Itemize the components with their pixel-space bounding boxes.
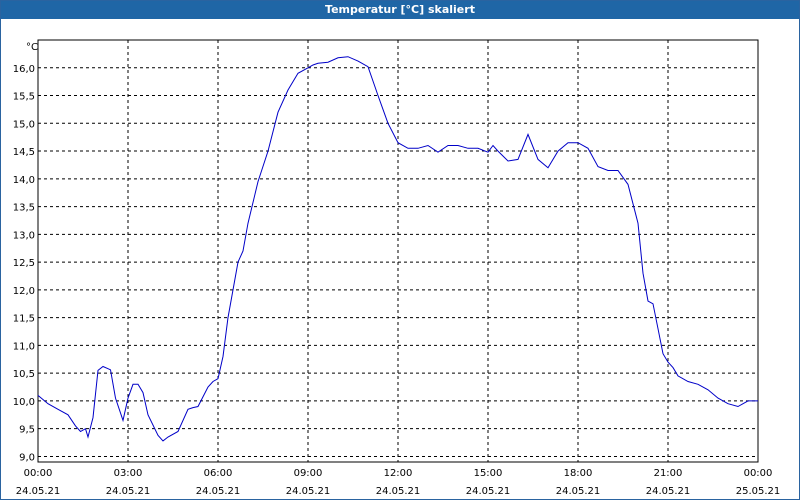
x-tick-date: 24.05.21	[556, 486, 601, 497]
x-tick-date: 24.05.21	[376, 486, 421, 497]
y-tick-label: 9,0	[19, 452, 35, 463]
y-tick-label: 12,0	[13, 286, 35, 297]
x-tick-time: 18:00	[564, 468, 593, 479]
x-tick-time: 21:00	[654, 468, 683, 479]
x-tick-date: 24.05.21	[196, 486, 241, 497]
x-tick-time: 06:00	[204, 468, 233, 479]
x-tick-date: 24.05.21	[646, 486, 691, 497]
x-tick-date: 25.05.21	[736, 486, 781, 497]
y-tick-label: 13,0	[13, 230, 35, 241]
y-tick-label: 15,5	[13, 92, 35, 103]
x-axis-ticks: 00:00 24.05.21 03:00 24.05.21 06:00 24.05.21 0…	[16, 468, 781, 497]
x-tick-time: 09:00	[294, 468, 323, 479]
x-tick-date: 24.05.21	[286, 486, 331, 497]
x-tick-time: 00:00	[744, 468, 773, 479]
y-tick-label: 9,5	[19, 425, 35, 436]
y-tick-label: 14,0	[13, 175, 35, 186]
y-tick-label: 11,0	[13, 341, 35, 352]
grid	[38, 40, 758, 462]
temperature-chart: °C 9,0 9,5 10,0 10,5 11,0 11,5 12,0 12,5 13,0 13,…	[13, 39, 781, 497]
x-tick-date: 24.05.21	[106, 486, 151, 497]
x-tick-time: 15:00	[474, 468, 503, 479]
y-tick-label: 12,5	[13, 258, 35, 269]
y-tick-label: 15,0	[13, 119, 35, 130]
x-tick-time: 12:00	[384, 468, 413, 479]
x-tick-time: 03:00	[114, 468, 143, 479]
y-tick-label: 13,5	[13, 203, 35, 214]
y-tick-label: 10,0	[13, 397, 35, 408]
x-tick-date: 24.05.21	[466, 486, 511, 497]
y-tick-label: 10,5	[13, 369, 35, 380]
y-axis-unit: °C	[26, 42, 38, 53]
y-tick-label: 11,5	[13, 314, 35, 325]
y-axis-ticks: 9,0 9,5 10,0 10,5 11,0 11,5 12,0 12,5 13,0 13,5 14…	[13, 64, 35, 464]
x-tick-date: 24.05.21	[16, 486, 61, 497]
y-tick-label: 14,5	[13, 147, 35, 158]
x-tick-time: 00:00	[24, 468, 53, 479]
y-tick-label: 16,0	[13, 64, 35, 75]
